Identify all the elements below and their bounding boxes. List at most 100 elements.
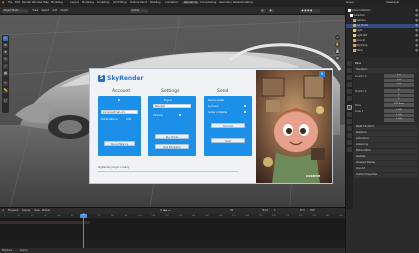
output-tab-icon[interactable] [347,75,352,80]
tab-rendering[interactable]: Rendering [182,1,200,4]
visibility-section[interactable]: Visibility [354,155,418,160]
visibility-eye-icon[interactable]: 👁 [415,49,418,53]
xray-icon[interactable]: ▣ [268,9,274,13]
menu-keying[interactable]: Keying [22,209,30,212]
visibility-eye-icon[interactable]: 👁 [415,34,418,38]
perspective-grid-icon[interactable]: ▦ [335,56,340,61]
end-frame-value[interactable]: 250 [310,209,315,212]
menu-edit[interactable]: Edit [15,1,20,4]
menu-file[interactable]: File [8,1,12,4]
particles-tab-icon[interactable] [347,119,352,124]
cost-estimation-button[interactable]: Cost Estimation [155,144,189,149]
menu-marker[interactable]: Marker [42,209,50,212]
by-frame-toggle[interactable] [244,105,246,107]
menu-view-timeline[interactable]: View [34,209,40,212]
outliner-item[interactable]: Car Model 👁 [346,24,419,28]
play-controls[interactable]: ⏮ ◀ ▶ ⏭ [160,209,170,212]
tab-scripting[interactable]: Scripting [241,1,253,4]
engine-select[interactable]: Standard [153,104,191,108]
rotate-tool-icon[interactable]: ↻ [3,57,8,62]
timeline-editor-type-icon[interactable]: ◷ [2,209,4,212]
render-tab-icon[interactable] [347,68,352,73]
tab-geometry-nodes[interactable]: Geometry Nodes [219,1,241,4]
visibility-eye-icon[interactable]: 👁 [415,24,418,28]
menu-window[interactable]: Window [32,1,42,4]
tab-animation[interactable]: Animation [165,1,178,4]
line-art-section[interactable]: Line Art [354,167,418,172]
orientation-selector[interactable]: Global [130,9,148,13]
scale-x-field[interactable]: 1.000 [384,109,414,113]
tab-modeling[interactable]: Modeling [82,1,94,4]
scene-tab-icon[interactable] [347,89,352,94]
outliner-item[interactable]: Collection 👁 [346,14,419,18]
timeline-track-area[interactable] [0,218,345,240]
material-tab-icon[interactable] [347,147,352,152]
outliner-item[interactable]: Camera 👁 [346,19,419,23]
send-job-button[interactable]: Send Job [211,123,245,128]
blender-logo-icon[interactable]: ◉ [2,1,4,4]
relations-section[interactable]: Relations [354,131,418,136]
scale-y-field[interactable]: 1.000 [384,113,414,117]
cursor-tool-icon[interactable]: ⊕ [3,43,8,48]
constraints-tab-icon[interactable] [347,133,352,138]
outliner-item[interactable]: Plane 👁 [346,49,419,53]
motion-paths-section[interactable]: Motion Paths [354,149,418,154]
physics-tab-icon[interactable] [347,126,352,131]
transform-section[interactable]: Transform [354,68,418,73]
pan-hand-icon[interactable]: ✋ [335,42,340,47]
playhead[interactable] [83,214,84,248]
modifier-tab-icon[interactable] [347,112,352,117]
collections-section[interactable]: Collections [354,137,418,142]
visibility-eye-icon[interactable]: 👁 [415,9,418,13]
view-layer-selector[interactable]: ViewLayer [386,1,399,4]
scale-z-field[interactable]: 1.000 [384,118,414,122]
close-icon[interactable]: × [319,71,325,77]
object-tab-icon[interactable] [347,105,352,110]
measure-tool-icon[interactable]: 📏 [3,88,8,93]
location-x-field[interactable]: 0 m [384,74,414,78]
outliner-item[interactable]: Light 👁 [346,29,419,33]
tool-tab-icon[interactable] [347,61,352,66]
zoom-icon[interactable]: + [335,35,340,40]
custom-properties-section[interactable]: Custom Properties [354,173,418,178]
menu-render[interactable]: Render [22,1,31,4]
menu-add[interactable]: Add [51,9,59,13]
location-z-field[interactable]: 0 m [384,83,414,87]
add-cube-tool-icon[interactable]: ◻ [3,98,8,103]
start-frame-value[interactable]: 1 [274,209,276,212]
menu-help[interactable]: Help [43,1,49,4]
outliner-item[interactable]: Light.001 👁 [346,34,419,38]
tab-uv-editing[interactable]: UV Editing [113,1,127,4]
email-field[interactable]: someone@mail.com [101,110,138,114]
tab-texture-paint[interactable]: Texture Paint [130,1,147,4]
current-frame-field[interactable]: 39 [230,209,233,212]
visibility-eye-icon[interactable]: 👁 [415,19,418,23]
menu-playback[interactable]: Playback [8,209,19,212]
select-tool-icon[interactable]: ↖ [3,36,8,41]
buy-points-button[interactable]: Buy Points [155,134,189,139]
rotation-x-field[interactable]: 0° [384,89,414,93]
viewport-display-section[interactable]: Viewport Display [354,161,418,166]
tab-layout[interactable]: Layout [70,1,79,4]
rotation-z-field[interactable]: 0° [384,98,414,102]
overlay-icon[interactable]: ◐ [260,9,266,13]
scene-selector[interactable]: Scene [346,1,354,4]
mode-selector[interactable]: Object Mode [2,9,28,13]
delta-transform-section[interactable]: Delta Transform [354,125,418,130]
annotate-tool-icon[interactable]: ✎ [3,81,8,86]
rotation-mode-select[interactable]: XYZ Euler [384,103,414,107]
render-complete-toggle[interactable] [244,111,246,113]
outliner-item[interactable]: Scene Collection 👁 [346,9,419,13]
move-tool-icon[interactable]: ✥ [3,50,8,55]
send-button[interactable]: Send [211,138,245,143]
data-tab-icon[interactable] [347,140,352,145]
instancing-section[interactable]: Instancing [354,143,418,148]
tab-compositing[interactable]: Compositing [200,1,216,4]
outliner-item[interactable]: Ground 👁 [346,39,419,43]
top-up-balance-button[interactable]: Top-up Balance [104,141,135,146]
denoiser-checkbox[interactable] [179,114,181,116]
tab-sculpting[interactable]: Sculpting [97,1,109,4]
rotation-y-field[interactable]: 0° [384,93,414,97]
transform-tool-icon[interactable]: ▦ [3,71,8,76]
view-layer-tab-icon[interactable] [347,82,352,87]
